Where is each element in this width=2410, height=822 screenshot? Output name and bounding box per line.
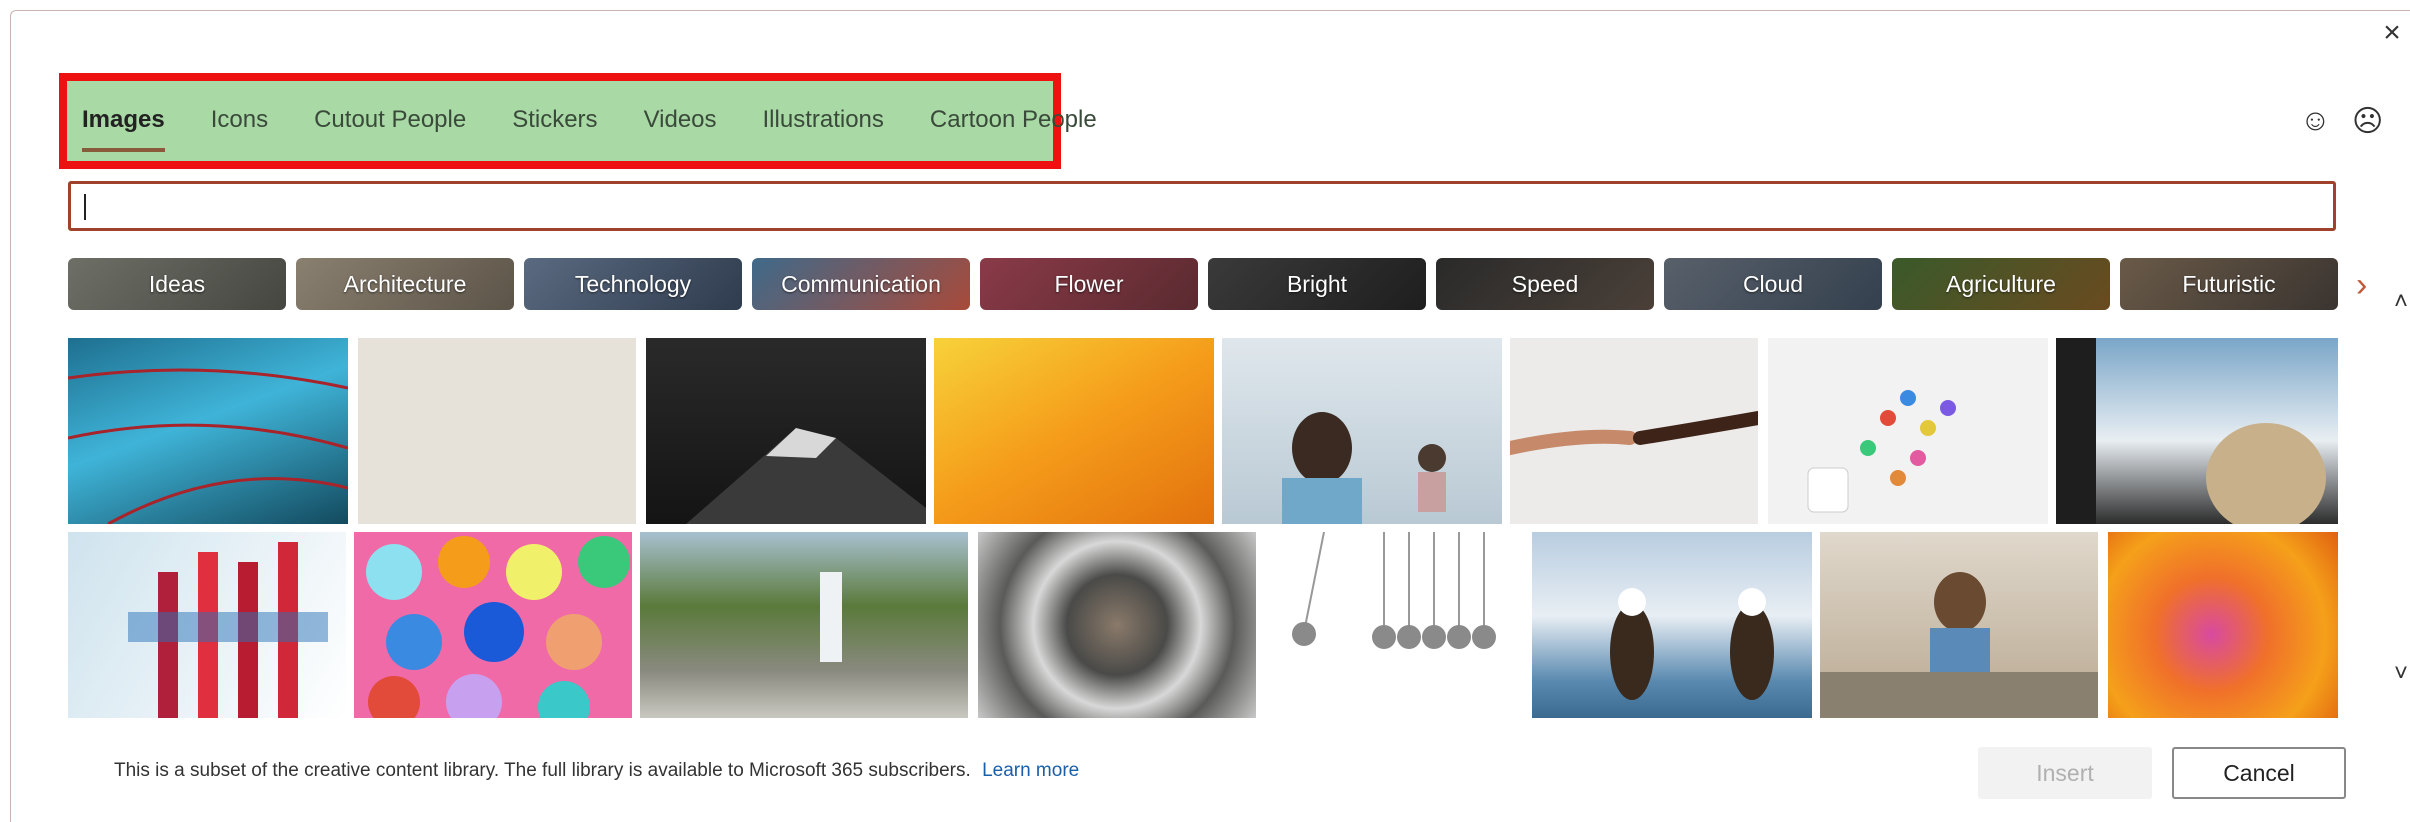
tab-illustrations[interactable]: Illustrations: [763, 96, 884, 152]
image-results-grid: [68, 338, 2338, 718]
cancel-button[interactable]: Cancel: [2172, 747, 2346, 799]
chip-technology[interactable]: Technology: [524, 258, 742, 310]
chip-communication[interactable]: Communication: [752, 258, 970, 310]
chip-ideas[interactable]: Ideas: [68, 258, 286, 310]
chip-cloud[interactable]: Cloud: [1664, 258, 1882, 310]
image-bald-eagles[interactable]: [1532, 532, 1812, 718]
image-waterfall[interactable]: [640, 532, 968, 718]
learn-more-link[interactable]: Learn more: [982, 760, 1079, 781]
image-mountain-peak[interactable]: [646, 338, 926, 524]
image-woman-car-camera[interactable]: [2056, 338, 2338, 524]
image-nautilus-shell[interactable]: [2108, 532, 2338, 718]
tab-stickers[interactable]: Stickers: [512, 96, 597, 152]
tab-images[interactable]: Images: [82, 96, 165, 152]
image-colorful-buttons[interactable]: [354, 532, 632, 718]
chip-architecture[interactable]: Architecture: [296, 258, 514, 310]
chip-bright[interactable]: Bright: [1208, 258, 1426, 310]
tab-cutout-people[interactable]: Cutout People: [314, 96, 466, 152]
text-caret: [84, 194, 86, 220]
image-hands-reaching[interactable]: [1510, 338, 1758, 524]
image-linen-texture[interactable]: [358, 338, 636, 524]
category-chips: Ideas Architecture Technology Communicat…: [68, 258, 2338, 310]
footer-message: This is a subset of the creative content…: [114, 760, 971, 781]
tab-icons[interactable]: Icons: [211, 96, 268, 152]
chip-agriculture[interactable]: Agriculture: [1892, 258, 2110, 310]
image-orange-yellow-abstract[interactable]: [934, 338, 1214, 524]
search-box[interactable]: [68, 181, 2336, 231]
chevron-right-icon[interactable]: ›: [2356, 266, 2367, 305]
image-test-tubes[interactable]: [68, 532, 346, 718]
image-newtons-cradle[interactable]: [1264, 532, 1532, 718]
tab-videos[interactable]: Videos: [644, 96, 717, 152]
image-girl-drawing[interactable]: [1820, 532, 2098, 718]
scroll-down-icon[interactable]: ˅: [2394, 660, 2408, 688]
footer-info: This is a subset of the creative content…: [114, 760, 1079, 782]
chip-flower[interactable]: Flower: [980, 258, 1198, 310]
chip-speed[interactable]: Speed: [1436, 258, 1654, 310]
insert-button[interactable]: Insert: [1978, 747, 2152, 799]
image-children-classroom[interactable]: [1222, 338, 1502, 524]
vertical-scrollbar[interactable]: ˄ ˅: [2394, 268, 2410, 708]
image-water-droplets-wire[interactable]: [68, 338, 348, 524]
tab-bar: Images Icons Cutout People Stickers Vide…: [82, 96, 1143, 156]
tab-cartoon-people[interactable]: Cartoon People: [930, 96, 1097, 152]
frown-feedback-icon[interactable]: ☹: [2352, 104, 2383, 139]
close-icon[interactable]: ×: [2378, 18, 2406, 48]
chip-futuristic[interactable]: Futuristic: [2120, 258, 2338, 310]
smile-feedback-icon[interactable]: ☺: [2300, 104, 2331, 138]
image-man-camera-lens[interactable]: [978, 532, 1256, 718]
image-colorful-pills[interactable]: [1768, 338, 2048, 524]
scroll-up-icon[interactable]: ˄: [2394, 288, 2408, 316]
search-input[interactable]: [71, 184, 2333, 228]
